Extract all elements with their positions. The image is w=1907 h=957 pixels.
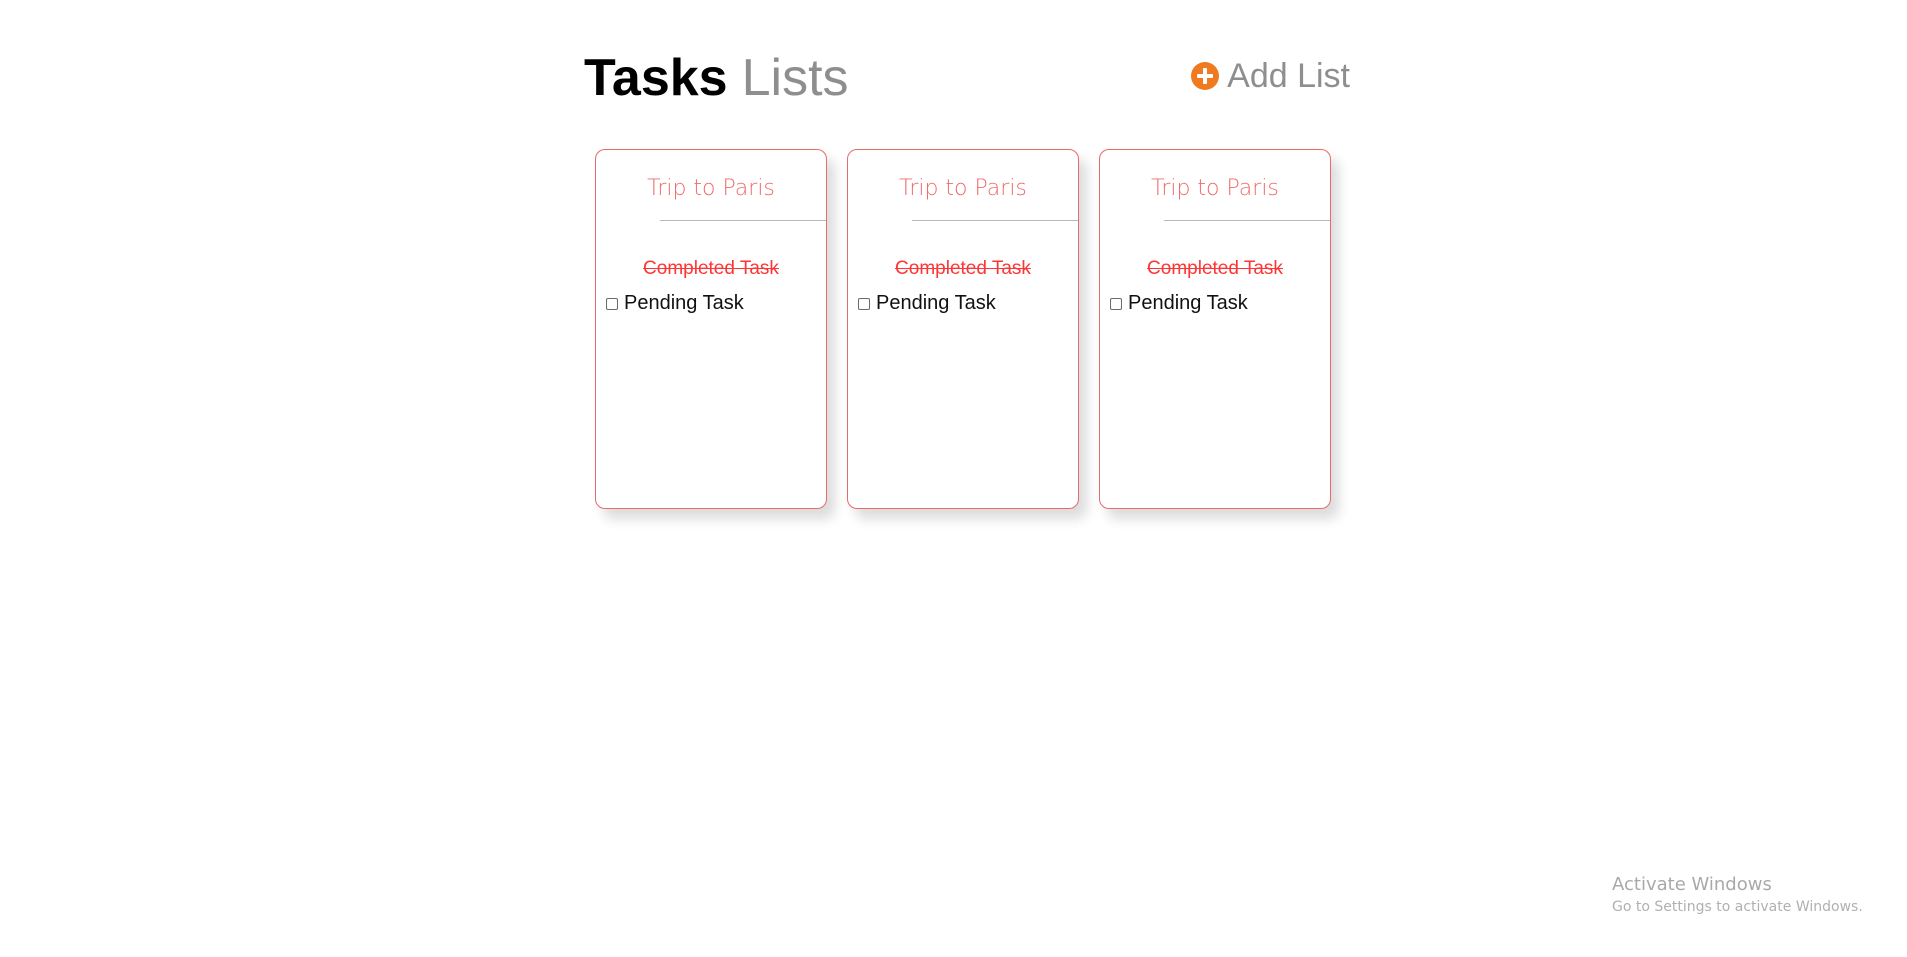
task-list-divider	[912, 220, 1078, 221]
task-list-card: Trip to Paris Completed Task Pending Tas…	[595, 149, 827, 509]
pending-task-item[interactable]: Pending Task	[606, 291, 744, 315]
add-list-button[interactable]: Add List	[1191, 54, 1350, 98]
task-list-card: Trip to Paris Completed Task Pending Tas…	[1099, 149, 1331, 509]
plus-circle-icon	[1191, 62, 1220, 90]
pending-task-label: Pending Task	[876, 292, 996, 314]
task-list-title: Trip to Paris	[1151, 176, 1279, 201]
task-list-card: Trip to Paris Completed Task Pending Tas…	[847, 149, 1079, 509]
watermark-title: Activate Windows	[1612, 874, 1772, 895]
pending-task-label: Pending Task	[624, 292, 744, 314]
page-title-strong: Tasks	[584, 49, 728, 107]
completed-task-item[interactable]: Completed Task	[596, 258, 826, 280]
task-list-title: Trip to Paris	[899, 176, 1027, 201]
task-list-divider	[1164, 220, 1330, 221]
add-list-label: Add List	[1227, 57, 1350, 95]
pending-task-checkbox[interactable]	[606, 297, 618, 310]
page-title: Tasks Lists	[584, 48, 849, 108]
task-lists: Trip to Paris Completed Task Pending Tas…	[595, 149, 1331, 509]
page-title-light: Lists	[741, 49, 849, 107]
windows-activation-watermark: Activate Windows Go to Settings to activ…	[1612, 874, 1863, 915]
task-list-divider	[660, 220, 826, 221]
completed-task-item[interactable]: Completed Task	[848, 258, 1078, 280]
pending-task-checkbox[interactable]	[858, 297, 870, 310]
pending-task-item[interactable]: Pending Task	[858, 291, 996, 315]
pending-task-checkbox[interactable]	[1110, 297, 1122, 310]
watermark-subtitle: Go to Settings to activate Windows.	[1612, 898, 1863, 915]
page-header: Tasks Lists Add List	[584, 48, 1350, 118]
task-list-title: Trip to Paris	[647, 176, 775, 201]
pending-task-item[interactable]: Pending Task	[1110, 291, 1248, 315]
pending-task-label: Pending Task	[1128, 292, 1248, 314]
completed-task-item[interactable]: Completed Task	[1100, 258, 1330, 280]
